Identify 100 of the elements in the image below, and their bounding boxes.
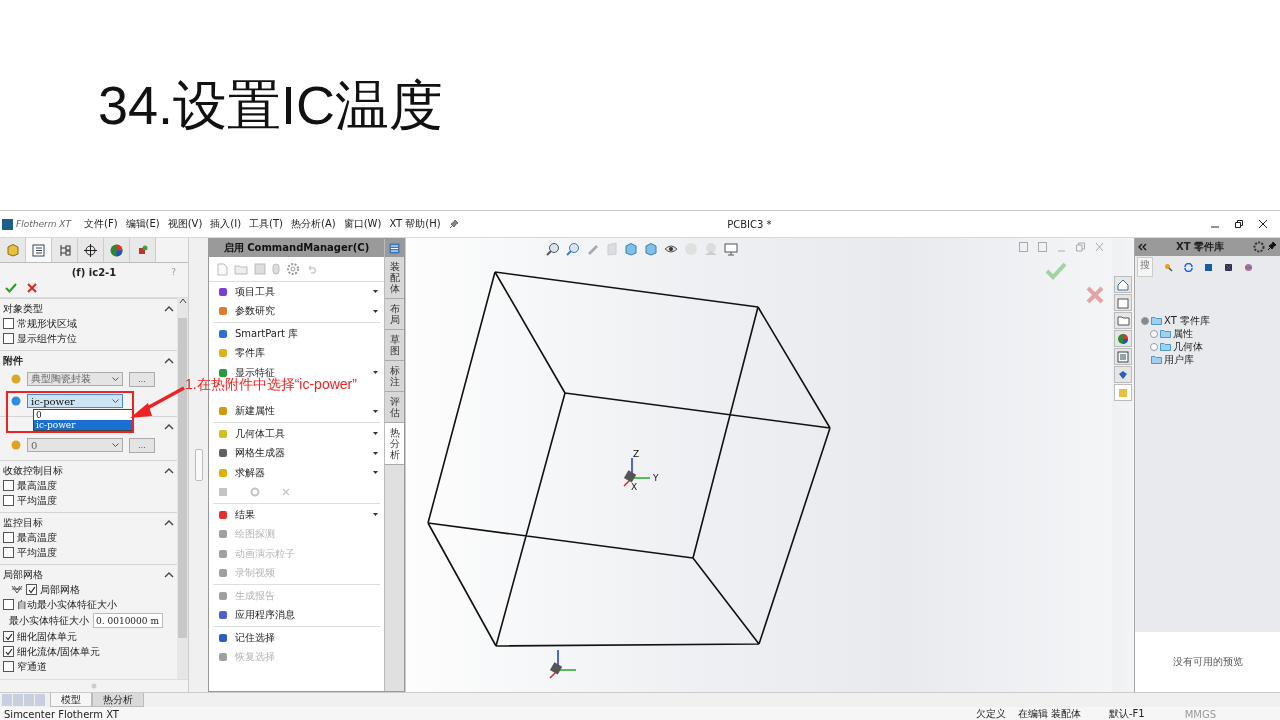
- eye-icon[interactable]: [664, 244, 678, 254]
- search-icon[interactable]: [1164, 262, 1173, 272]
- zoom-icon[interactable]: [546, 242, 560, 256]
- cube-wireframe[interactable]: [427, 271, 831, 647]
- ok-icon[interactable]: [5, 283, 17, 293]
- collapse-icon[interactable]: [164, 468, 174, 474]
- folder-button[interactable]: [1114, 312, 1132, 329]
- menu-item[interactable]: 文件(F): [84, 217, 118, 231]
- tree-item[interactable]: 属性: [1173, 326, 1193, 341]
- sheet-tab[interactable]: 模型: [50, 693, 92, 707]
- menu-item[interactable]: 零件库: [209, 343, 384, 363]
- refresh-icon[interactable]: [1184, 262, 1193, 272]
- mouse-icon[interactable]: [272, 263, 280, 275]
- close-icon[interactable]: [1258, 219, 1268, 229]
- view-orientation-icon[interactable]: [624, 242, 638, 256]
- tree-item[interactable]: 几何体: [1173, 339, 1203, 354]
- settings-icon[interactable]: [286, 262, 300, 276]
- display-style-icon[interactable]: [644, 242, 658, 256]
- checkbox[interactable]: [3, 547, 14, 558]
- dropdown[interactable]: 0: [27, 438, 123, 452]
- side-tab[interactable]: 热分析: [385, 423, 404, 465]
- appearance-tab[interactable]: [104, 238, 130, 262]
- delete-icon[interactable]: [1224, 262, 1233, 272]
- menu-item[interactable]: 编辑(E): [125, 217, 160, 231]
- book-icon[interactable]: [1204, 262, 1213, 272]
- checkbox[interactable]: [26, 584, 37, 595]
- menu-item[interactable]: 项目工具: [209, 282, 384, 302]
- checkbox[interactable]: [3, 599, 14, 610]
- checkbox[interactable]: [3, 318, 14, 329]
- menu-item[interactable]: 工具(T): [249, 217, 284, 231]
- collapse-icon[interactable]: [164, 572, 174, 578]
- expand-toggle[interactable]: [1141, 316, 1149, 325]
- menu-item[interactable]: 结果: [209, 505, 384, 525]
- menu-item[interactable]: XT 帮助(H): [389, 217, 441, 231]
- side-tab[interactable]: 评估: [385, 392, 404, 423]
- collapse-icon[interactable]: [1138, 243, 1147, 251]
- globe-icon[interactable]: [1244, 262, 1253, 272]
- tree-item[interactable]: XT 零件库: [1164, 313, 1210, 328]
- tag-button[interactable]: [1114, 366, 1132, 383]
- menu-item[interactable]: 几何体工具: [209, 424, 384, 444]
- collapse-icon[interactable]: [164, 520, 174, 526]
- checkbox[interactable]: [3, 495, 14, 506]
- monitor-icon[interactable]: [724, 242, 738, 256]
- target-tab[interactable]: [78, 238, 104, 262]
- scroll-up-icon[interactable]: [178, 298, 187, 304]
- split-right-icon[interactable]: [1038, 242, 1047, 252]
- expand-toggle[interactable]: [1150, 342, 1158, 351]
- feature-tab[interactable]: [0, 238, 26, 262]
- menu-item[interactable]: 插入(I): [210, 217, 242, 231]
- resize-handle-icon[interactable]: [91, 683, 97, 689]
- appearance-button[interactable]: [1114, 330, 1132, 347]
- side-tab[interactable]: 布局: [385, 299, 404, 330]
- list-button[interactable]: [1114, 348, 1132, 365]
- collapse-handle[interactable]: [194, 449, 203, 481]
- menu-item[interactable]: 视图(V): [167, 217, 203, 231]
- pin-icon[interactable]: [448, 219, 459, 229]
- side-tab[interactable]: 装配体: [385, 257, 404, 299]
- menu-item[interactable]: SmartPart 库: [209, 324, 384, 344]
- display-tab[interactable]: [130, 238, 156, 262]
- checkbox[interactable]: [3, 646, 14, 657]
- pin-icon[interactable]: [1267, 241, 1277, 251]
- layout-icon[interactable]: [389, 242, 400, 254]
- home-button[interactable]: [1114, 276, 1132, 293]
- expand-toggle[interactable]: [1150, 329, 1158, 338]
- menu-item[interactable]: 新建属性: [209, 401, 384, 421]
- cancel-icon[interactable]: [27, 283, 37, 293]
- input-field[interactable]: 0. 0010000 m: [93, 613, 163, 628]
- cancel-icon[interactable]: [1086, 286, 1104, 304]
- menu-item[interactable]: 求解器: [209, 463, 384, 483]
- checkbox[interactable]: [3, 661, 14, 672]
- sheet-tab[interactable]: 热分析: [92, 693, 144, 707]
- property-tab[interactable]: [26, 238, 52, 262]
- menu-item[interactable]: 窗口(W): [343, 217, 382, 231]
- checkbox[interactable]: [3, 532, 14, 543]
- tree-item[interactable]: 用户库: [1164, 352, 1194, 367]
- checkbox[interactable]: [3, 480, 14, 491]
- dropdown[interactable]: 典型陶瓷封装: [27, 372, 123, 386]
- zoom-area-icon[interactable]: [566, 242, 580, 256]
- config-tab[interactable]: [52, 238, 78, 262]
- split-left-icon[interactable]: [1019, 242, 1028, 252]
- menu-item[interactable]: 热分析(A): [291, 217, 336, 231]
- restore-icon[interactable]: [1234, 219, 1244, 229]
- settings-icon[interactable]: [1253, 241, 1265, 253]
- dropdown[interactable]: ic-power: [27, 394, 123, 408]
- side-tab[interactable]: 草图: [385, 330, 404, 361]
- menu-item[interactable]: 应用程序消息: [209, 605, 384, 625]
- browse-button[interactable]: ...: [129, 437, 155, 453]
- checkbox[interactable]: [3, 631, 14, 642]
- menu-item[interactable]: 记住选择: [209, 628, 384, 648]
- search-field[interactable]: 搜: [1137, 257, 1153, 277]
- side-tab[interactable]: 标注: [385, 361, 404, 392]
- collapse-icon[interactable]: [164, 306, 174, 312]
- collapse-icon[interactable]: [164, 358, 174, 364]
- collapse-icon[interactable]: [164, 424, 174, 430]
- browse-button[interactable]: ...: [129, 371, 155, 387]
- checkbox[interactable]: [3, 333, 14, 344]
- library-button[interactable]: [1114, 294, 1132, 311]
- scrollbar-thumb[interactable]: [178, 318, 187, 638]
- dropdown-option[interactable]: ic-power: [34, 420, 132, 430]
- pan-icon[interactable]: [586, 242, 600, 256]
